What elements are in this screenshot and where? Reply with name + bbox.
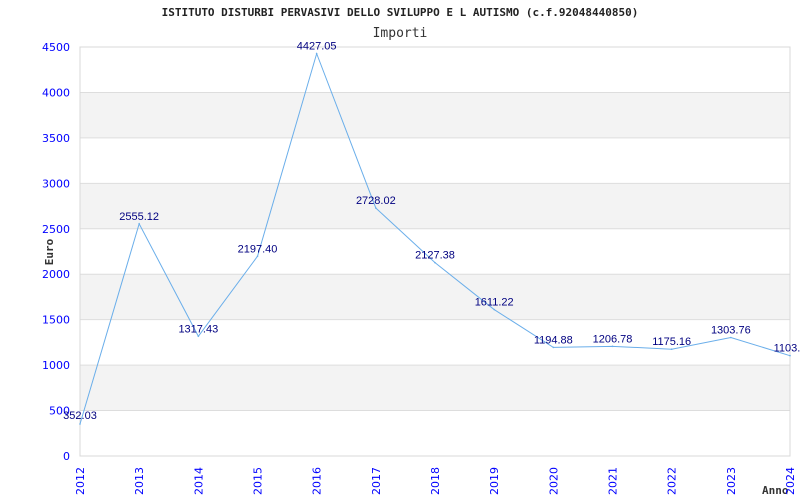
y-tick-label: 0 [63,450,70,463]
x-tick-label: 2022 [666,467,679,495]
y-tick-label: 4000 [42,86,70,99]
y-tick-label: 1500 [42,314,70,327]
grid-band [80,92,790,138]
data-label: 1317.43 [178,323,218,335]
data-label: 2728.02 [356,195,396,207]
chart-subtitle: Importi [373,26,428,41]
data-label: 1194.88 [534,334,573,346]
data-point [197,335,200,338]
chart-title: ISTITUTO DISTURBI PERVASIVI DELLO SVILUP… [162,6,639,19]
data-label: 2127.38 [415,250,455,262]
data-label: 1206.78 [593,333,633,345]
x-tick-label: 2014 [192,467,205,495]
data-label: 2555.12 [119,211,159,223]
y-tick-label: 3000 [42,177,70,190]
x-tick-label: 2016 [311,467,324,495]
y-tick-label: 4500 [42,41,70,54]
x-tick-label: 2023 [725,467,738,495]
data-point [315,52,318,55]
data-point [375,207,377,209]
x-tick-label: 2015 [252,467,265,495]
line-chart: ISTITUTO DISTURBI PERVASIVI DELLO SVILUP… [42,6,800,497]
y-tick-label: 1000 [42,359,70,372]
data-point [611,345,614,348]
x-tick-label: 2018 [429,467,442,495]
y-tick-label: 3500 [42,132,70,145]
y-tick-label: 2500 [42,223,70,236]
data-point [789,354,791,357]
data-label: 1303.76 [711,325,751,337]
data-point [493,308,495,311]
x-tick-label: 2024 [784,467,797,495]
data-point [552,346,555,349]
data-label: 1611.22 [475,297,514,309]
x-tick-label: 2017 [370,467,383,495]
y-axis-label: Euro [43,238,56,265]
data-point [79,423,81,425]
grid-band [80,365,790,411]
data-label: 1175.16 [652,336,691,348]
data-label: 4427.05 [297,41,337,53]
data-point [434,261,436,264]
data-point [256,255,259,258]
y-tick-label: 2000 [42,268,70,281]
data-label: 1103.7 [774,343,800,355]
data-point [670,348,673,350]
data-point [138,222,140,225]
data-point [730,336,732,339]
x-tick-label: 2020 [547,467,560,495]
data-label: 2197.40 [238,243,278,255]
grid-band [80,183,790,229]
x-tick-label: 2019 [488,467,501,495]
x-tick-label: 2013 [133,467,146,495]
x-tick-label: 2021 [607,467,620,495]
data-label: 352.03 [63,410,97,422]
x-tick-label: 2012 [74,467,87,495]
